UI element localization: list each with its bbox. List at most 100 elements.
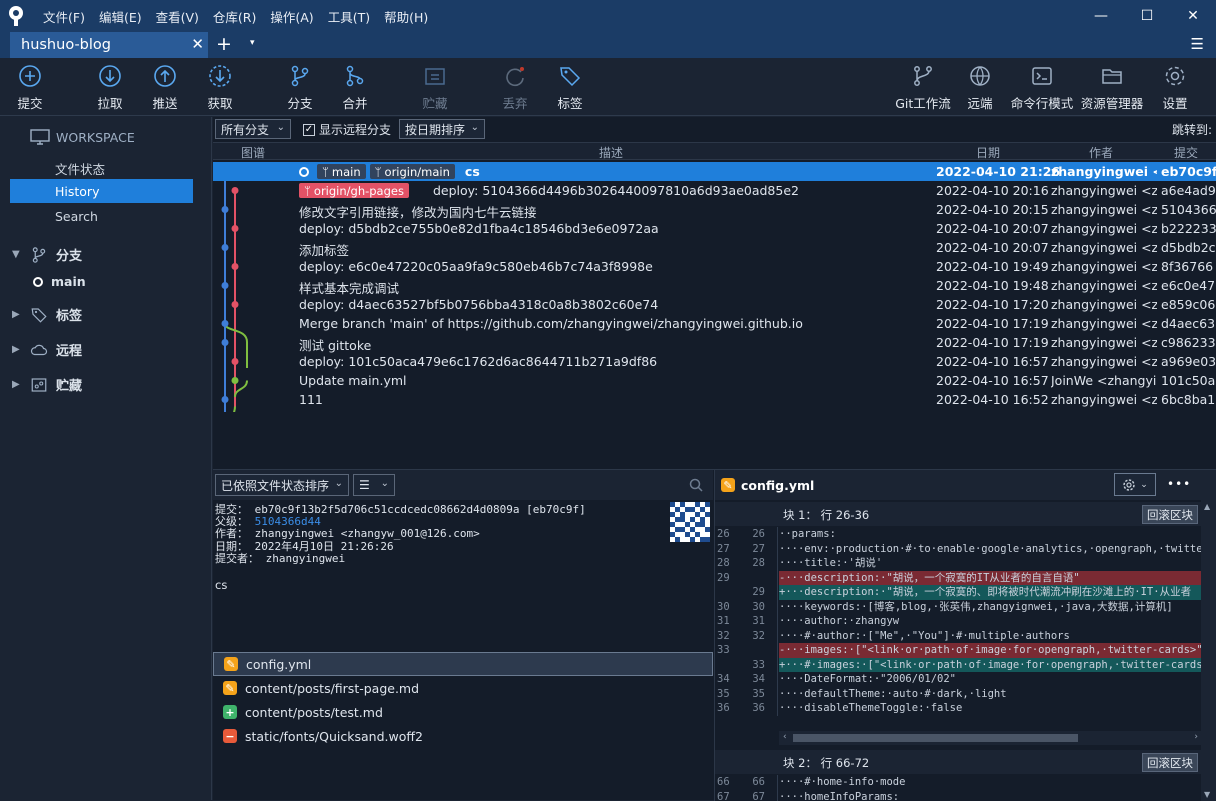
diff-line-removed: 33-···images:·["<link·or·path·of·image·f… (715, 643, 1202, 658)
tab-dropdown-icon[interactable]: ▾ (250, 38, 255, 48)
header-graph[interactable]: 图谱 (241, 144, 265, 161)
revert-hunk-button[interactable]: 回滚区块 (1142, 753, 1198, 772)
commit-message: cs (465, 164, 480, 179)
commit-button[interactable]: 提交 (0, 62, 60, 112)
header-date[interactable]: 日期 (976, 144, 1000, 161)
branch-badge-main[interactable]: ᛘmain (317, 164, 366, 179)
file-sort-select[interactable]: 已依照文件状态排序⌄ (215, 474, 349, 496)
commit-row[interactable]: 1112022-04-10 16:52zhangyingwei <z6bc8ba… (213, 390, 1216, 409)
branch-badge-origin-main[interactable]: ᛘorigin/main (370, 164, 455, 179)
menu-help[interactable]: 帮助(H) (377, 7, 435, 26)
commit-author: zhangyingwei <z (1051, 335, 1157, 350)
commit-detail-panel: 已依照文件状态排序⌄ ☰⌄ 提交： eb70c9f13b2f5d706c51cc… (213, 469, 1216, 800)
branch-badge-origin-gh-pages[interactable]: ᛘorigin/gh-pages (299, 183, 409, 198)
menu-edit[interactable]: 编辑(E) (92, 7, 149, 26)
commit-row[interactable]: deploy: d5bdb2ce755b0e82d1fba4c18546bd3e… (213, 219, 1216, 238)
sort-order-select[interactable]: 按日期排序⌄ (399, 119, 485, 139)
parent-commit-link[interactable]: 5104366d44 (255, 515, 321, 528)
sidebar-section-branches[interactable]: ▼ 分支 (12, 245, 82, 264)
vertical-scrollbar[interactable]: ▲ ▼ (1201, 500, 1216, 801)
commit-row[interactable]: Merge branch 'main' of https://github.co… (213, 314, 1216, 333)
menu-tools[interactable]: 工具(T) (321, 7, 377, 26)
explorer-button[interactable]: 资源管理器 (1078, 62, 1146, 112)
settings-button[interactable]: 设置 (1145, 62, 1205, 112)
stash-button[interactable]: 贮藏 (405, 62, 465, 112)
scroll-up-icon[interactable]: ▲ (1204, 502, 1210, 511)
sidebar-section-tags[interactable]: ▶ 标签 (12, 305, 82, 324)
discard-button[interactable]: 丢弃 (485, 62, 545, 112)
commit-info-message: cs (215, 579, 586, 591)
push-button[interactable]: 推送 (135, 62, 195, 112)
scroll-left-icon[interactable]: ‹ (783, 732, 787, 742)
commit-date: 2022-04-10 20:15 (936, 202, 1049, 217)
jump-to-label[interactable]: 跳转到: (1172, 121, 1212, 138)
header-commit[interactable]: 提交 (1174, 144, 1198, 161)
commit-hash: e6c0e47 (1161, 278, 1216, 293)
sidebar-section-stashes[interactable]: ▶ 贮藏 (12, 375, 82, 394)
close-window-button[interactable]: ✕ (1170, 0, 1216, 32)
gear-icon (1163, 64, 1187, 88)
revert-hunk-button[interactable]: 回滚区块 (1142, 505, 1198, 524)
sidebar-item-search[interactable]: Search (55, 209, 98, 224)
merge-button[interactable]: 合并 (325, 62, 385, 112)
minimize-button[interactable]: — (1078, 0, 1124, 32)
tab-repository[interactable]: hushuo-blog ✕ (10, 32, 208, 58)
file-item[interactable]: ✎ config.yml (213, 652, 713, 676)
workspace-header: WORKSPACE (30, 129, 135, 145)
scroll-down-icon[interactable]: ▼ (1204, 790, 1210, 799)
gear-icon (1122, 478, 1136, 492)
menu-file[interactable]: 文件(F) (36, 7, 92, 26)
merge-label: 合并 (342, 96, 367, 111)
sidebar-item-history[interactable] (10, 179, 193, 203)
commit-row[interactable]: 添加标签2022-04-10 20:07zhangyingwei <zd5bdb… (213, 238, 1216, 257)
cloud-icon (30, 341, 48, 359)
hamburger-menu-icon[interactable]: ☰ (1191, 35, 1204, 53)
commit-message: deploy: 5104366d4496b3026440097810a6d93a… (433, 183, 799, 198)
tag-button[interactable]: 标签 (540, 62, 600, 112)
more-options-icon[interactable]: ••• (1167, 477, 1191, 491)
branch-button[interactable]: 分支 (270, 62, 330, 112)
commit-row[interactable]: 修改文字引用链接，修改为国内七牛云链接2022-04-10 20:15zhang… (213, 200, 1216, 219)
header-description[interactable]: 描述 (599, 144, 623, 161)
horizontal-scrollbar[interactable]: ‹ › (779, 731, 1202, 745)
file-item[interactable]: ✎ content/posts/first-page.md (213, 676, 713, 700)
head-indicator-icon (299, 167, 309, 177)
tab-close-icon[interactable]: ✕ (191, 35, 204, 53)
commit-row[interactable]: deploy: 101c50aca479e6c1762d6ac8644711b2… (213, 352, 1216, 371)
commit-row[interactable]: Update main.yml2022-04-10 16:57JoinWe <z… (213, 371, 1216, 390)
gitflow-button[interactable]: Git工作流 (890, 62, 956, 112)
menu-repo[interactable]: 仓库(R) (206, 7, 263, 26)
discard-icon (503, 64, 527, 88)
chevron-down-icon: ⌄ (335, 478, 343, 489)
branch-filter-select[interactable]: 所有分支⌄ (215, 119, 291, 139)
pull-button[interactable]: 拉取 (80, 62, 140, 112)
scrollbar-thumb[interactable] (793, 734, 1078, 742)
menu-view[interactable]: 查看(V) (149, 7, 206, 26)
terminal-button[interactable]: 命令行模式 (1008, 62, 1076, 112)
show-remote-branches-checkbox[interactable]: ✓ 显示远程分支 (303, 121, 391, 138)
commit-date: 2022-04-10 19:48 (936, 278, 1049, 293)
sidebar-item-branch-main[interactable]: main (33, 274, 86, 289)
scroll-right-icon[interactable]: › (1194, 732, 1198, 742)
sidebar-item-file-status[interactable]: 文件状态 (55, 159, 105, 178)
view-mode-select[interactable]: ☰⌄ (353, 474, 395, 496)
sidebar-section-remotes[interactable]: ▶ 远程 (12, 340, 82, 359)
new-tab-button[interactable]: + (216, 33, 232, 55)
diff-options-button[interactable]: ⌄ (1114, 473, 1156, 496)
header-author[interactable]: 作者 (1089, 144, 1113, 161)
modified-icon: ✎ (721, 478, 735, 492)
maximize-button[interactable]: ☐ (1124, 0, 1170, 32)
file-item[interactable]: − static/fonts/Quicksand.woff2 (213, 724, 713, 748)
remote-button[interactable]: 远端 (950, 62, 1010, 112)
commit-row[interactable]: deploy: d4aec63527bf5b0756bba4318c0a8b38… (213, 295, 1216, 314)
fetch-button[interactable]: 获取 (190, 62, 250, 112)
file-name: content/posts/first-page.md (245, 681, 419, 696)
menu-action[interactable]: 操作(A) (263, 7, 320, 26)
search-icon[interactable] (689, 478, 703, 492)
file-item[interactable]: + content/posts/test.md (213, 700, 713, 724)
commit-row[interactable]: 样式基本完成调试2022-04-10 19:48zhangyingwei <ze… (213, 276, 1216, 295)
commit-row[interactable]: 测试 gittoke2022-04-10 17:19zhangyingwei <… (213, 333, 1216, 352)
commit-row[interactable]: ᛘorigin/gh-pages deploy: 5104366d4496b30… (213, 181, 1216, 200)
commit-row[interactable]: ᛘmain ᛘorigin/main cs 2022-04-10 21:26 z… (213, 162, 1216, 181)
commit-row[interactable]: deploy: e6c0e47220c05aa9fa9c580eb46b7c74… (213, 257, 1216, 276)
